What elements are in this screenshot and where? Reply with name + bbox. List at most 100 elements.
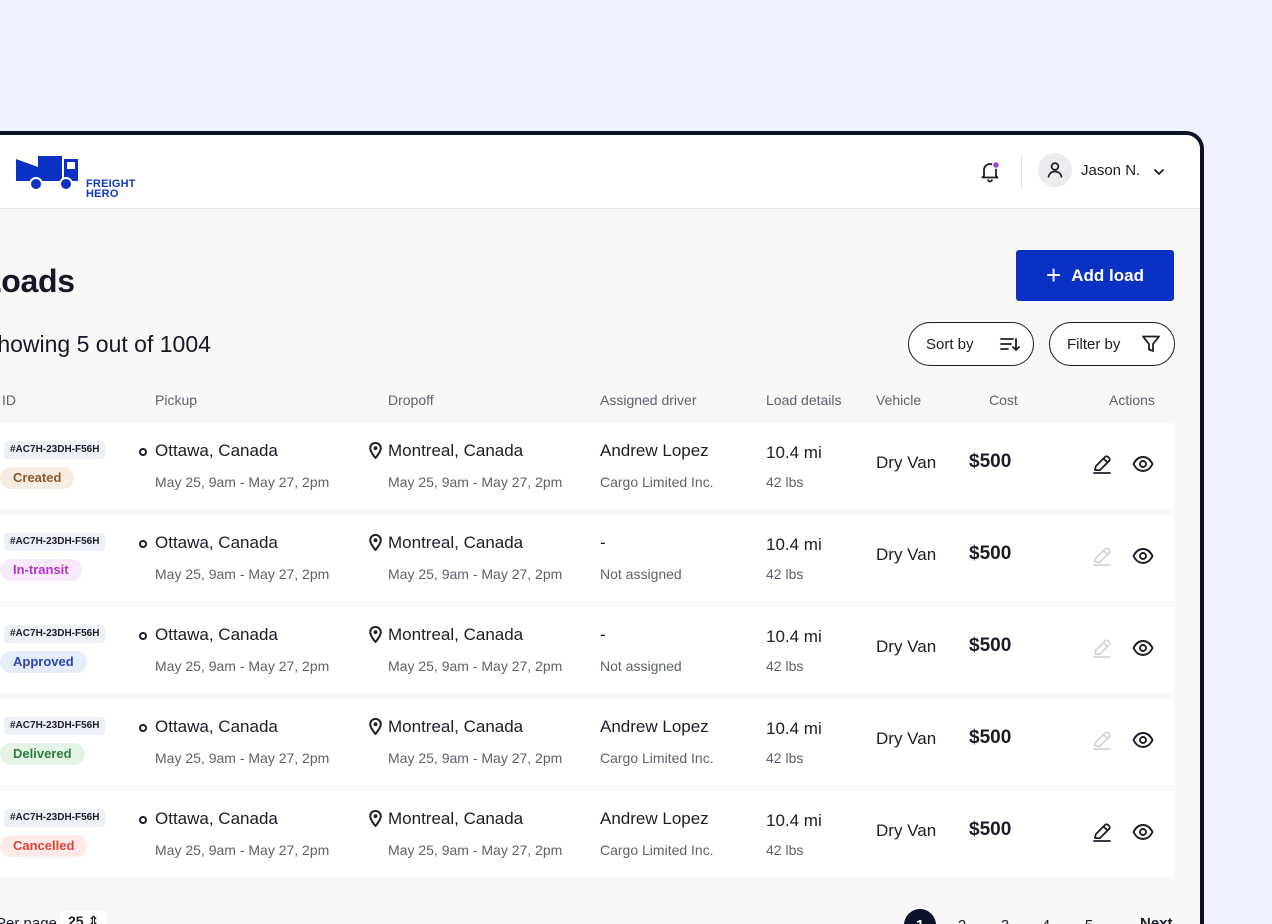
dropoff-location: Montreal, Canada — [388, 533, 524, 552]
vehicle-type: Dry Van — [876, 821, 937, 840]
driver-company: Cargo Limited Inc. — [600, 842, 714, 858]
dropoff-location: Montreal, Canada — [388, 625, 524, 644]
pickup-location: Ottawa, Canada — [155, 625, 278, 644]
dropoff-time: May 25, 9am - May 27, 2pm — [388, 566, 563, 582]
brand-name-line2: HERO — [86, 188, 119, 200]
edit-icon[interactable] — [1090, 728, 1114, 752]
pickup-location: Ottawa, Canada — [155, 717, 278, 736]
edit-icon[interactable] — [1090, 452, 1114, 476]
per-page-label: Per page — [0, 915, 57, 924]
column-header-load-details[interactable]: Load details — [766, 392, 842, 408]
load-cost: $500 — [969, 543, 1012, 564]
sort-by-label: Sort by — [926, 335, 974, 353]
status-badge: In-transit — [0, 559, 82, 581]
page-2-button[interactable]: 2 — [946, 909, 978, 924]
sort-by-button[interactable]: Sort by — [908, 322, 1034, 366]
dropoff-time: May 25, 9am - May 27, 2pm — [388, 842, 563, 858]
user-name[interactable]: Jason N. — [1081, 162, 1140, 179]
driver-name: - — [600, 625, 606, 644]
filter-by-button[interactable]: Filter by — [1049, 322, 1175, 366]
add-load-button[interactable]: + Add load — [1016, 250, 1174, 301]
load-distance: 10.4 mi — [766, 535, 822, 554]
pickup-origin-icon — [139, 448, 147, 456]
dropoff-time: May 25, 9am - May 27, 2pm — [388, 750, 563, 766]
vehicle-type: Dry Van — [876, 453, 937, 472]
vehicle-type: Dry Van — [876, 729, 937, 748]
pickup-location: Ottawa, Canada — [155, 441, 278, 460]
pickup-time: May 25, 9am - May 27, 2pm — [155, 658, 330, 674]
load-distance: 10.4 mi — [766, 719, 822, 738]
table-row[interactable]: #AC7H-23DH-F56H Approved Ottawa, Canada … — [0, 607, 1174, 693]
edit-icon[interactable] — [1090, 636, 1114, 660]
page-title: Loads — [0, 263, 75, 299]
load-id-badge: #AC7H-23DH-F56H — [4, 441, 106, 459]
per-page-select[interactable]: 25 ⇕ — [60, 911, 108, 924]
column-header-pickup[interactable]: Pickup — [155, 392, 197, 408]
load-id-badge: #AC7H-23DH-F56H — [4, 625, 106, 643]
edit-icon[interactable] — [1090, 820, 1114, 844]
plus-icon: + — [1046, 259, 1062, 290]
load-distance: 10.4 mi — [766, 443, 822, 462]
view-icon[interactable] — [1131, 636, 1155, 660]
column-header-actions: Actions — [1109, 392, 1155, 408]
driver-name: - — [600, 533, 606, 552]
column-header-assigned-driver[interactable]: Assigned driver — [600, 392, 697, 408]
edit-icon[interactable] — [1090, 544, 1114, 568]
next-page-button[interactable]: Next — [1140, 915, 1173, 924]
table-row[interactable]: #AC7H-23DH-F56H Created Ottawa, Canada M… — [0, 423, 1174, 509]
pickup-origin-icon — [139, 540, 147, 548]
load-weight: 42 lbs — [766, 658, 804, 674]
pickup-origin-icon — [139, 724, 147, 732]
page-3-button[interactable]: 3 — [989, 909, 1021, 924]
load-id-badge: #AC7H-23DH-F56H — [4, 533, 106, 551]
load-cost: $500 — [969, 635, 1012, 656]
location-pin-icon — [369, 442, 382, 459]
pickup-time: May 25, 9am - May 27, 2pm — [155, 566, 330, 582]
load-weight: 42 lbs — [766, 750, 804, 766]
view-icon[interactable] — [1131, 544, 1155, 568]
view-icon[interactable] — [1131, 728, 1155, 752]
table-row[interactable]: #AC7H-23DH-F56H Delivered Ottawa, Canada… — [0, 699, 1174, 785]
table-row[interactable]: #AC7H-23DH-F56H In-transit Ottawa, Canad… — [0, 515, 1174, 601]
location-pin-icon — [369, 718, 382, 735]
page-1-button[interactable]: 1 — [904, 909, 936, 924]
view-icon[interactable] — [1131, 452, 1155, 476]
vehicle-type: Dry Van — [876, 637, 937, 656]
column-header-vehicle[interactable]: Vehicle — [876, 392, 921, 408]
column-header-cost[interactable]: Cost — [989, 392, 1018, 408]
app-window: FREIGHT HERO Jason N. Loads Showing — [0, 131, 1204, 924]
driver-company: Cargo Limited Inc. — [600, 474, 714, 490]
status-badge: Cancelled — [0, 835, 88, 857]
view-icon[interactable] — [1131, 820, 1155, 844]
load-cost: $500 — [969, 451, 1012, 472]
notification-button[interactable] — [978, 159, 1002, 183]
pickup-origin-icon — [139, 816, 147, 824]
user-menu-toggle[interactable] — [1152, 165, 1166, 179]
table-row[interactable]: #AC7H-23DH-F56H Cancelled Ottawa, Canada… — [0, 791, 1174, 877]
status-badge: Delivered — [0, 743, 85, 765]
driver-company: Not assigned — [600, 566, 682, 582]
dropoff-location: Montreal, Canada — [388, 441, 524, 460]
dropoff-time: May 25, 9am - May 27, 2pm — [388, 474, 563, 490]
filter-by-label: Filter by — [1067, 335, 1121, 353]
driver-company: Not assigned — [600, 658, 682, 674]
location-pin-icon — [369, 626, 382, 643]
pickup-time: May 25, 9am - May 27, 2pm — [155, 474, 330, 490]
page-4-button[interactable]: 4 — [1030, 909, 1062, 924]
driver-name: Andrew Lopez — [600, 717, 709, 736]
vehicle-type: Dry Van — [876, 545, 937, 564]
page-5-button[interactable]: 5 — [1073, 909, 1105, 924]
column-header-id[interactable]: ID — [2, 392, 16, 408]
user-icon — [1047, 162, 1063, 178]
load-cost: $500 — [969, 819, 1012, 840]
column-header-dropoff[interactable]: Dropoff — [388, 392, 434, 408]
freight-hero-logo[interactable]: FREIGHT HERO — [0, 153, 135, 200]
driver-name: Andrew Lopez — [600, 809, 709, 828]
header-divider — [1021, 155, 1022, 189]
pickup-time: May 25, 9am - May 27, 2pm — [155, 842, 330, 858]
driver-company: Cargo Limited Inc. — [600, 750, 714, 766]
load-weight: 42 lbs — [766, 474, 804, 490]
avatar[interactable] — [1038, 153, 1072, 187]
notification-dot — [992, 161, 1000, 169]
results-count: Showing 5 out of 1004 — [0, 331, 211, 357]
